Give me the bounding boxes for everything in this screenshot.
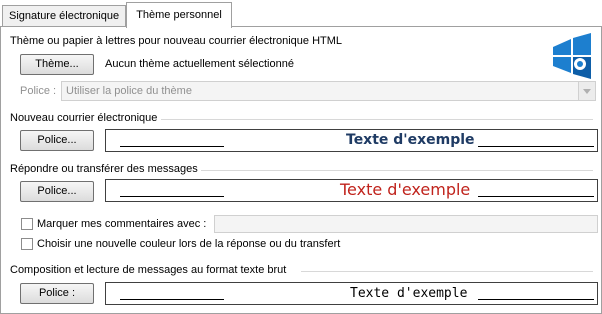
mark-comments-label: Marquer mes commentaires avec :: [37, 218, 207, 230]
reply-sample-text: Texte d'exemple: [340, 180, 471, 199]
theme-button-label: Thème...: [35, 58, 79, 70]
plain-text-preview: Texte d'exemple: [105, 282, 598, 305]
windows-logo-icon: [547, 33, 595, 81]
new-mail-sample-text: Texte d'exemple: [346, 132, 475, 148]
font-label: Police :: [20, 85, 57, 97]
mark-comments-checkbox[interactable]: [21, 218, 33, 230]
font-select: Utiliser la police du thème: [61, 81, 596, 101]
reply-title: Répondre ou transférer des messages: [10, 163, 198, 175]
new-color-checkbox[interactable]: [21, 238, 33, 250]
reply-font-button[interactable]: Police...: [20, 181, 94, 202]
reply-preview: Texte d'exemple: [105, 179, 598, 202]
new-mail-title: Nouveau courrier électronique: [10, 112, 158, 124]
font-select-value: Utiliser la police du thème: [66, 85, 192, 97]
chevron-down-icon: [578, 82, 595, 100]
preview-line-left: [120, 146, 224, 147]
preview-line-right: [478, 146, 594, 147]
tab-signature-label: Signature électronique: [9, 10, 120, 22]
mark-comments-input[interactable]: [214, 215, 598, 233]
new-mail-font-button-label: Police...: [37, 134, 77, 146]
divider: [301, 271, 593, 272]
new-mail-font-button[interactable]: Police...: [20, 130, 94, 151]
divider: [201, 170, 593, 171]
tab-theme-label: Thème personnel: [136, 9, 222, 21]
tab-signature[interactable]: Signature électronique: [2, 5, 126, 27]
preview-line-right: [478, 196, 594, 197]
theme-button[interactable]: Thème...: [20, 54, 94, 75]
divider: [161, 119, 593, 120]
theme-section-title: Thème ou papier à lettres pour nouveau c…: [10, 35, 343, 47]
theme-panel: Thème ou papier à lettres pour nouveau c…: [0, 26, 602, 314]
theme-status: Aucun thème actuellement sélectionné: [105, 58, 294, 70]
preview-line-left: [120, 299, 224, 300]
plain-text-title: Composition et lecture de messages au fo…: [10, 264, 287, 276]
preview-line-right: [478, 299, 594, 300]
tab-theme[interactable]: Thème personnel: [126, 2, 232, 28]
tab-strip: Signature électronique Thème personnel: [0, 0, 602, 28]
new-mail-preview: Texte d'exemple: [105, 129, 598, 152]
plain-text-sample-text: Texte d'exemple: [350, 286, 468, 301]
plain-text-font-button[interactable]: Police :: [20, 283, 94, 304]
reply-font-button-label: Police...: [37, 185, 77, 197]
preview-line-left: [120, 196, 224, 197]
plain-text-font-button-label: Police :: [38, 287, 76, 299]
new-color-label: Choisir une nouvelle couleur lors de la …: [37, 238, 341, 250]
